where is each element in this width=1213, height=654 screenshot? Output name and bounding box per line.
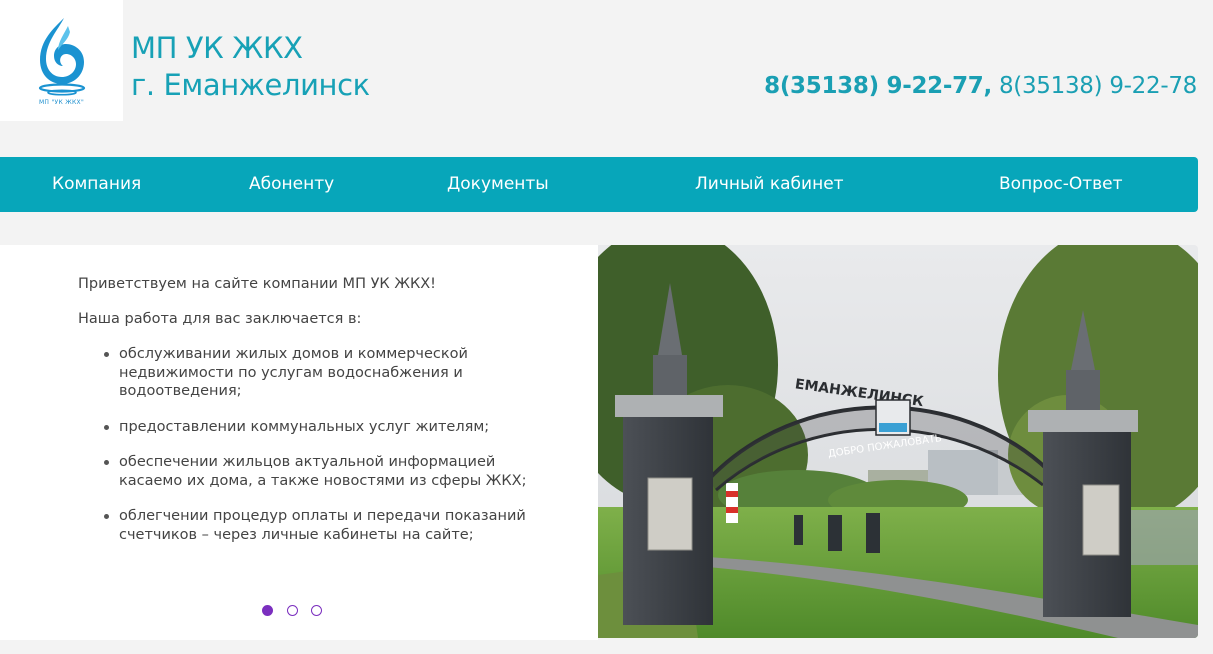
list-item: облегчении процедур оплаты и передачи по… xyxy=(98,507,528,544)
site-title-line1: МП УК ЖКХ xyxy=(131,31,303,65)
lead-text: Наша работа для вас заключается в: xyxy=(78,311,362,327)
slider-dot-1[interactable] xyxy=(262,605,273,616)
slider-text-panel: Приветствуем на сайте компании МП УК ЖКХ… xyxy=(0,245,598,640)
site-title-line2: г. Еманжелинск xyxy=(131,68,370,102)
list-item: обеспечении жильцов актуальной информаци… xyxy=(98,453,528,490)
nav-item-faq[interactable]: Вопрос-Ответ xyxy=(999,157,1123,212)
water-drop-logo-icon xyxy=(38,18,86,96)
site-title: МП УК ЖКХ г. Еманжелинск xyxy=(131,30,370,104)
nav-item-documents[interactable]: Документы xyxy=(447,157,549,212)
phone-secondary[interactable]: 8(35138) 9-22-78 xyxy=(999,73,1197,99)
greeting-text: Приветствуем на сайте компании МП УК ЖКХ… xyxy=(78,276,436,292)
main-nav: Компания Абоненту Документы Личный кабин… xyxy=(0,157,1198,212)
slider-dot-2[interactable] xyxy=(287,605,298,616)
phone-primary[interactable]: 8(35138) 9-22-77, xyxy=(764,73,992,99)
city-gate-photo: ЕМАНЖЕЛИНСК ДОБРО ПОЖАЛОВАТЬ xyxy=(598,245,1198,638)
logo[interactable]: МП "УК ЖКХ" xyxy=(0,0,123,121)
slider-photo: ЕМАНЖЕЛИНСК ДОБРО ПОЖАЛОВАТЬ xyxy=(598,245,1198,638)
nav-item-personal-account[interactable]: Личный кабинет xyxy=(695,157,844,212)
services-list: обслуживании жилых домов и коммерческой … xyxy=(98,345,528,561)
nav-item-subscriber[interactable]: Абоненту xyxy=(249,157,334,212)
slider-dot-3[interactable] xyxy=(311,605,322,616)
phone-numbers: 8(35138) 9-22-77, 8(35138) 9-22-78 xyxy=(764,73,1197,99)
nav-item-company[interactable]: Компания xyxy=(52,157,141,212)
list-item: предоставлении коммунальных услуг жителя… xyxy=(98,418,528,437)
list-item: обслуживании жилых домов и коммерческой … xyxy=(98,345,528,401)
logo-caption: МП "УК ЖКХ" xyxy=(38,99,85,106)
